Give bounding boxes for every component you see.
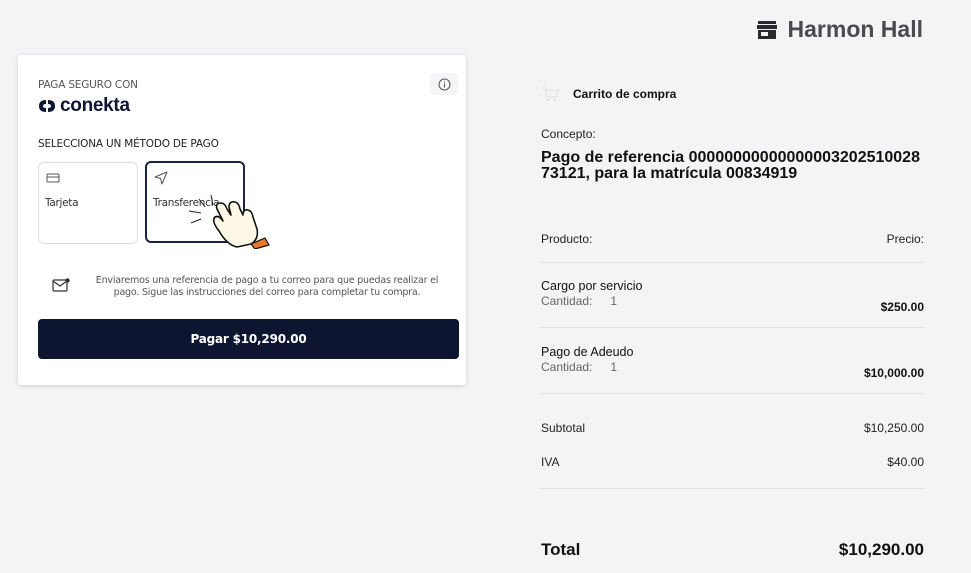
store-icon <box>756 20 777 39</box>
brand-name: Harmon Hall <box>787 16 923 42</box>
iva-value: $40.00 <box>887 455 924 469</box>
divider <box>541 488 924 489</box>
cart-item: Cargo por servicio Cantidad: 1 $250.00 <box>541 279 924 319</box>
concept-label: Concepto: <box>541 127 596 141</box>
method-card-option[interactable]: Tarjeta <box>38 162 138 244</box>
item-price: $10,000.00 <box>863 366 924 380</box>
shopping-cart-icon <box>542 87 559 102</box>
info-icon <box>438 78 450 90</box>
price-header: Precio: <box>886 232 924 246</box>
method-card-label: Tarjeta <box>45 197 79 209</box>
item-price: $250.00 <box>880 300 924 314</box>
send-icon <box>154 171 168 185</box>
pay-button[interactable]: Pagar $10,290.00 <box>38 319 459 359</box>
concept-value: Pago de referencia 000000000000000032025… <box>541 149 920 182</box>
click-cursor-icon <box>188 194 270 249</box>
payment-card: PAGA SEGURO CON conekta SELECCIONA UN MÉ… <box>18 55 466 385</box>
item-name: Cargo por servicio <box>541 279 643 293</box>
secure-label: PAGA SEGURO CON <box>38 79 138 91</box>
email-notice: Enviaremos una referencia de pago a tu c… <box>52 275 452 299</box>
product-header: Producto: <box>541 232 593 246</box>
subtotal-row: Subtotal $10,250.00 <box>541 421 924 435</box>
iva-row: IVA $40.00 <box>541 455 924 469</box>
divider <box>541 327 924 328</box>
total-label: Total <box>541 540 581 559</box>
cart-title: Carrito de compra <box>573 87 677 101</box>
subtotal-value: $10,250.00 <box>863 421 924 435</box>
item-quantity: Cantidad: 1 <box>541 294 618 308</box>
total-value: $10,290.00 <box>838 540 924 559</box>
notice-text: Enviaremos una referencia de pago a tu c… <box>95 275 439 298</box>
method-title: SELECCIONA UN MÉTODO DE PAGO <box>38 138 219 150</box>
mail-notification-icon <box>52 278 70 292</box>
cart-item: Pago de Adeudo Cantidad: 1 $10,000.00 <box>541 345 924 385</box>
divider <box>541 262 924 263</box>
info-button[interactable] <box>430 73 458 95</box>
cart-header: Carrito de compra <box>541 86 676 102</box>
brand-header: Harmon Hall <box>756 16 923 43</box>
item-name: Pago de Adeudo <box>541 345 634 359</box>
iva-label: IVA <box>541 455 560 469</box>
conekta-logo-icon <box>39 100 55 112</box>
conekta-logo-text: conekta <box>60 95 130 116</box>
table-header: Producto: Precio: <box>541 232 924 246</box>
total-row: Total $10,290.00 <box>541 540 924 560</box>
divider <box>541 393 924 394</box>
conekta-logo: conekta <box>38 95 130 117</box>
subtotal-label: Subtotal <box>541 421 586 435</box>
item-quantity: Cantidad: 1 <box>541 360 618 374</box>
credit-card-icon <box>46 173 60 183</box>
